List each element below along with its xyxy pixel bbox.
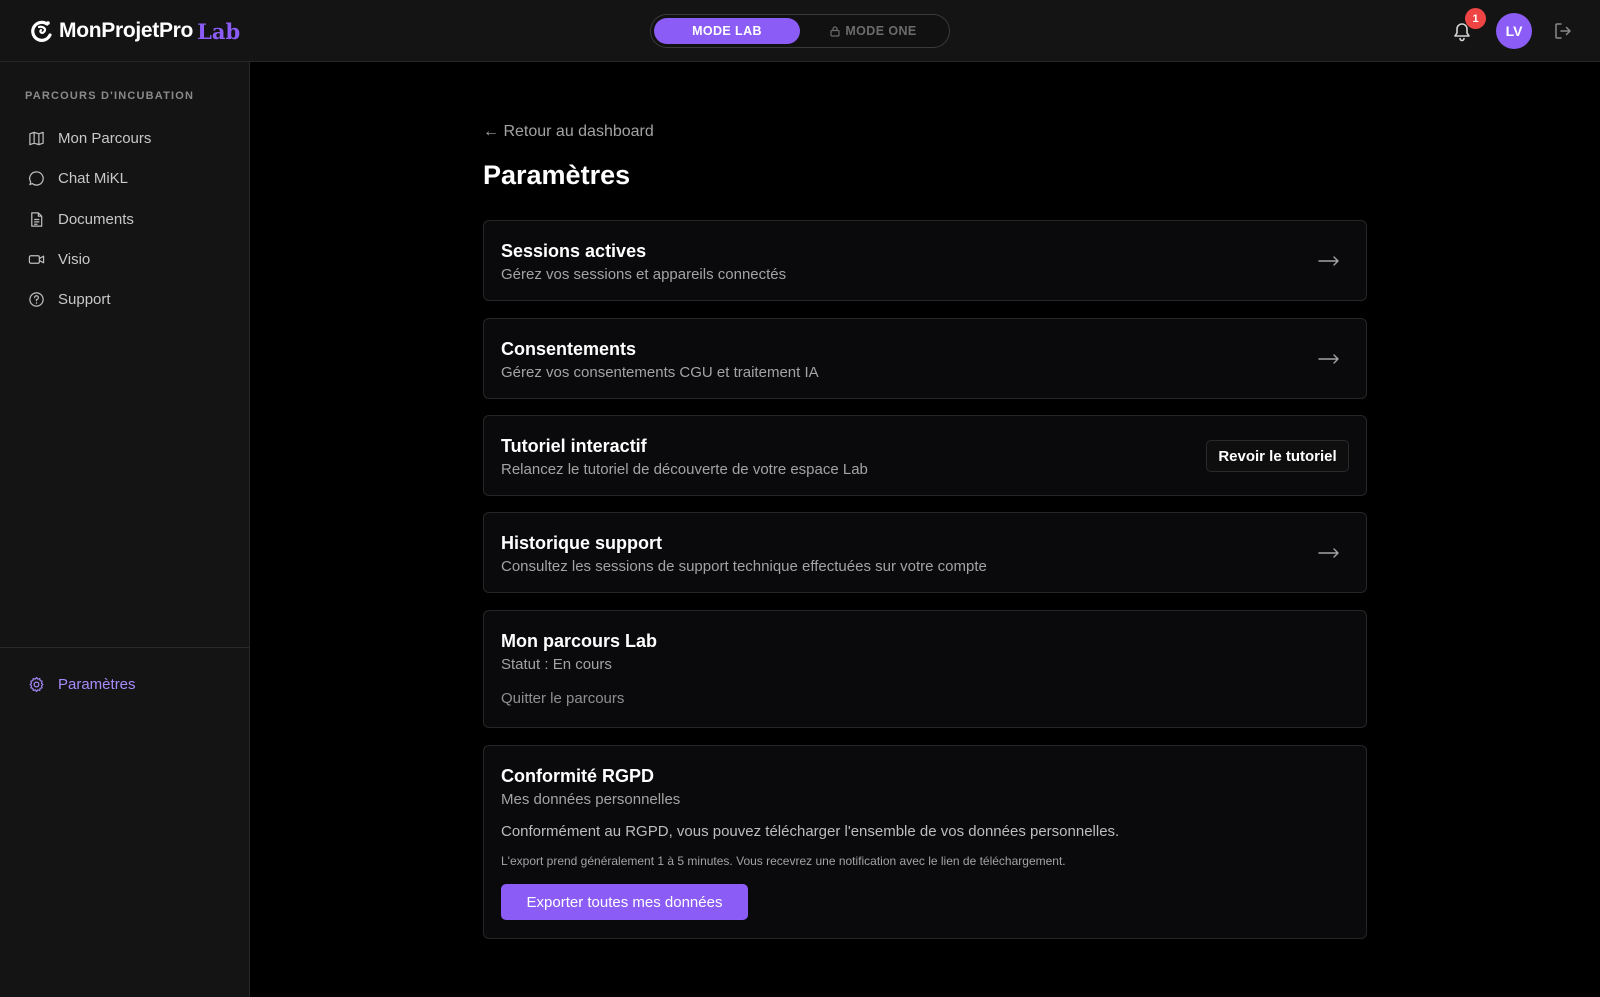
consents-card[interactable]: Consentements Gérez vos consentements CG…	[483, 318, 1367, 399]
lock-icon	[830, 26, 840, 37]
card-title: Conformité RGPD	[501, 766, 654, 786]
sidebar-item-label: Visio	[58, 250, 91, 268]
lab-journey-card: Mon parcours Lab Statut : En cours Quitt…	[483, 610, 1367, 728]
sidebar: PARCOURS D'INCUBATION Mon Parcours Chat …	[0, 62, 250, 997]
mode-lab-button[interactable]: MODE LAB	[654, 18, 800, 44]
card-subtitle: Gérez vos consentements CGU et traitemen…	[501, 364, 819, 381]
card-title: Historique support	[501, 533, 662, 553]
arrow-right-icon	[1318, 256, 1339, 266]
card-subtitle: Mes données personnelles	[501, 791, 681, 808]
card-title: Mon parcours Lab	[501, 631, 658, 651]
sidebar-item-label: Documents	[58, 210, 134, 228]
sidebar-item-support[interactable]: Support	[28, 287, 111, 311]
rgpd-description: Conformément au RGPD, vous pouvez téléch…	[501, 823, 1120, 840]
top-bar: MonProjetPro Lab MODE LAB MODE ONE 1 LV	[0, 0, 1600, 62]
card-title: Sessions actives	[501, 241, 647, 261]
logo-text: MonProjetPro	[59, 19, 194, 42]
sessions-card[interactable]: Sessions actives Gérez vos sessions et a…	[483, 220, 1367, 301]
sidebar-item-settings[interactable]: Paramètres	[28, 672, 136, 696]
arrow-right-icon	[1318, 548, 1339, 558]
arrow-right-icon	[1318, 354, 1339, 364]
support-history-card[interactable]: Historique support Consultez les session…	[483, 512, 1367, 593]
notification-badge: 1	[1465, 8, 1486, 29]
card-subtitle: Relancez le tutoriel de découverte de vo…	[501, 461, 868, 478]
logo[interactable]: MonProjetPro Lab	[29, 16, 240, 46]
tutorial-card: Tutoriel interactif Relancez le tutoriel…	[483, 415, 1367, 496]
mode-one-button[interactable]: MODE ONE	[800, 18, 946, 44]
gear-icon	[29, 676, 44, 692]
avatar[interactable]: LV	[1496, 13, 1532, 49]
sidebar-item-label: Mon Parcours	[58, 129, 152, 147]
sidebar-item-label: Chat MiKL	[58, 169, 129, 187]
logo-suffix: Lab	[197, 18, 241, 44]
sidebar-item-mon-parcours[interactable]: Mon Parcours	[28, 126, 151, 150]
card-subtitle: Consultez les sessions de support techni…	[501, 558, 987, 575]
page-title: Paramètres	[483, 160, 631, 190]
sidebar-item-label: Paramètres	[58, 675, 136, 693]
rgpd-card: Conformité RGPD Mes données personnelles…	[483, 745, 1367, 939]
card-title: Tutoriel interactif	[501, 436, 647, 456]
replay-tutorial-button[interactable]: Revoir le tutoriel	[1206, 440, 1349, 472]
logout-icon[interactable]	[1553, 21, 1573, 41]
sidebar-heading: PARCOURS D'INCUBATION	[25, 90, 195, 102]
card-subtitle: Gérez vos sessions et appareils connecté…	[501, 266, 787, 283]
card-title: Consentements	[501, 339, 637, 359]
rgpd-note: L'export prend généralement 1 à 5 minute…	[501, 854, 1066, 868]
sidebar-item-chat-mikl[interactable]: Chat MiKL	[28, 166, 128, 190]
logo-mark-icon	[31, 20, 52, 42]
back-to-dashboard-link[interactable]: ← Retour au dashboard	[483, 123, 654, 141]
export-data-button[interactable]: Exporter toutes mes données	[501, 884, 748, 920]
mode-one-label: MODE ONE	[845, 24, 917, 38]
sidebar-item-label: Support	[58, 290, 111, 308]
quit-journey-link[interactable]: Quitter le parcours	[501, 690, 624, 707]
sidebar-item-documents[interactable]: Documents	[28, 207, 134, 231]
video-icon	[28, 254, 45, 264]
map-icon	[29, 131, 44, 145]
document-icon	[31, 211, 43, 227]
journey-status: Statut : En cours	[501, 656, 612, 673]
sidebar-divider	[0, 647, 250, 648]
mode-toggle: MODE LAB MODE ONE	[650, 14, 950, 48]
chat-icon	[29, 170, 44, 186]
sidebar-item-visio[interactable]: Visio	[28, 247, 90, 271]
help-icon	[29, 291, 44, 307]
